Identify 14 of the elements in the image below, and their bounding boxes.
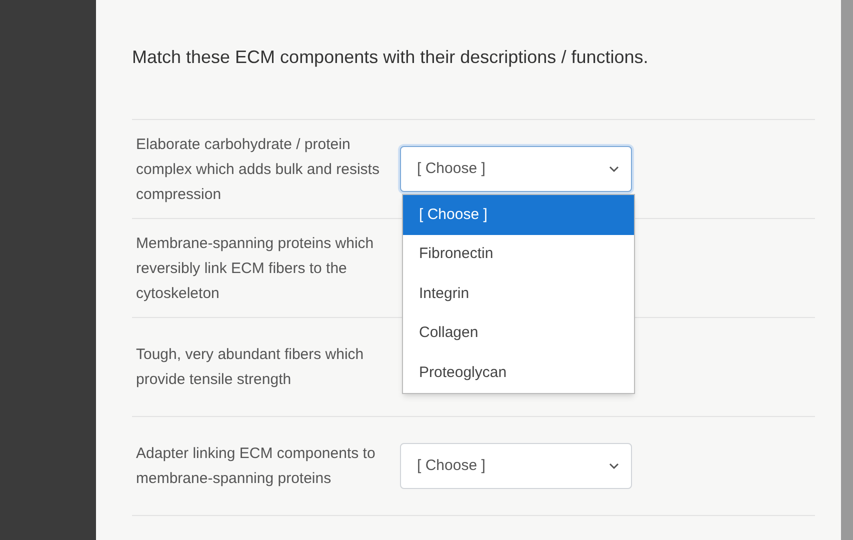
- description-text: Elaborate carbohydrate / protein complex which adds bulk and resists compression: [136, 134, 380, 204]
- dropdown-select[interactable]: [ Choose ]: [400, 443, 632, 489]
- dropdown-option[interactable]: Collagen: [403, 314, 634, 353]
- description-text: Membrane-spanning proteins which reversibly link ECM fibers to the cytoskeleton: [136, 234, 375, 304]
- dropdown-select[interactable]: [ Choose ]: [400, 146, 632, 192]
- dropdown-option[interactable]: Fibronectin: [403, 234, 634, 274]
- dropdown-option[interactable]: [ Choose ]: [403, 195, 634, 234]
- description-text: Tough, very abundant fibers which provide tensile strength: [136, 345, 365, 390]
- dropdown-option[interactable]: Integrin: [403, 274, 634, 314]
- question-prompt: Match these ECM components with their descriptions / functions.: [132, 46, 650, 69]
- description-text: Adapter linking ECM components to membrane-spanning proteins: [136, 444, 376, 489]
- chevron-down-icon: [609, 462, 619, 470]
- chevron-down-icon: [609, 166, 619, 172]
- dropdown-option[interactable]: Proteoglycan: [403, 353, 634, 392]
